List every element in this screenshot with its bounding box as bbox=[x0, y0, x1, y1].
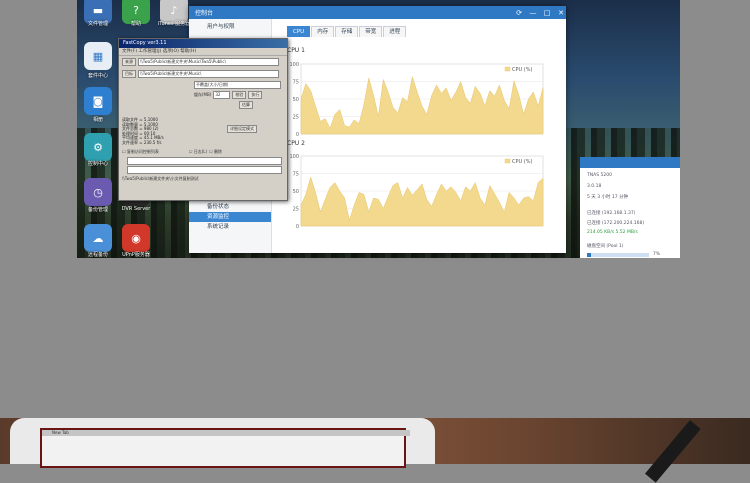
maximize-button[interactable]: □ bbox=[542, 9, 552, 17]
source-path-field[interactable]: \\Twa5\Public\新建文件夹\Music\Twa5\Public\ bbox=[138, 57, 279, 66]
execute-button[interactable]: 执行 bbox=[248, 90, 263, 99]
legend-swatch bbox=[504, 66, 511, 72]
dest-button[interactable]: 目标 bbox=[122, 69, 136, 78]
y-tick-label: 75 bbox=[293, 172, 299, 178]
acl-label: 复制访问控制列表 bbox=[126, 148, 159, 154]
sidebar-item-backup-status[interactable]: 备份状态 bbox=[189, 202, 271, 212]
sidebar-item-users[interactable]: 用户与权限 bbox=[189, 22, 271, 32]
legend-label: CPU (%) bbox=[512, 159, 532, 165]
acl-checkbox[interactable]: ☐ 复制访问控制列表 bbox=[122, 149, 159, 155]
tab-cpu[interactable]: CPU bbox=[287, 26, 311, 37]
info-line: TNAS 5200 bbox=[587, 173, 612, 178]
y-tick-label: 50 bbox=[293, 97, 299, 103]
desktop-label: DVR Server bbox=[121, 206, 151, 212]
info-line: 已连接 (172.200.224.168) bbox=[587, 221, 645, 226]
y-tick-label: 25 bbox=[293, 207, 299, 213]
exclude-filter[interactable] bbox=[127, 166, 282, 174]
cpu1-chart: 100 75 50 25 0 CPU (%) bbox=[289, 62, 544, 138]
checks-row: ☐ 复制访问控制列表 ☐ 日志(L) ☐ 删除 bbox=[122, 148, 222, 155]
source-row: 来源 \\Twa5\Public\新建文件夹\Music\Twa5\Public… bbox=[122, 57, 279, 66]
desktop-label: 套件中心 bbox=[87, 73, 108, 79]
desktop-label: 帮助 bbox=[130, 21, 141, 27]
verify-button[interactable]: 校验 bbox=[232, 90, 247, 99]
desktop-label: 备份管理 bbox=[87, 207, 108, 213]
info-line: 3.0.18 bbox=[587, 184, 602, 189]
legend-label: CPU (%) bbox=[512, 67, 532, 73]
mode-select[interactable]: 不覆盖(大小/日期) bbox=[194, 80, 281, 89]
buffer-row: 缓存(MB) 32 校验 执行 bbox=[194, 90, 263, 99]
info-panel: TNAS 5200 3.0.18 5 天 3 小时 17 分钟 已连接 (192… bbox=[580, 157, 680, 258]
window-title: 控制台 bbox=[195, 10, 214, 17]
dest-row: 目标 \\Twa5\Public\新建文件夹\Music\ bbox=[122, 69, 279, 78]
cpu2-title: CPU 2 bbox=[287, 140, 305, 147]
disk-usage-percent: 7% bbox=[653, 252, 661, 257]
refresh-icon[interactable]: ⟳ bbox=[514, 9, 524, 17]
fastcopy-window: FastCopy ver3.11 文件(F) 工作管理(J) 选项(O) 帮助(… bbox=[118, 38, 288, 201]
tab-bandwidth[interactable]: 带宽 bbox=[359, 26, 383, 37]
cloud-icon[interactable]: ☁ bbox=[84, 224, 112, 252]
tab-memory[interactable]: 内存 bbox=[311, 26, 335, 37]
legend-swatch bbox=[504, 158, 511, 164]
sidebar-item-system-log[interactable]: 系统记录 bbox=[189, 222, 271, 232]
dest-path-field[interactable]: \\Twa5\Public\新建文件夹\Music\ bbox=[138, 69, 279, 78]
detail-row: 详细设定模式 bbox=[227, 124, 257, 133]
desktop-label: 远程备份 bbox=[87, 252, 108, 258]
y-tick-label: 0 bbox=[296, 132, 299, 138]
desktop-label: UPnP服务器 bbox=[122, 252, 150, 258]
tab-storage[interactable]: 存储 bbox=[335, 26, 359, 37]
package-center-icon[interactable]: ▦ bbox=[84, 42, 112, 70]
delete-label: 删除 bbox=[213, 148, 222, 154]
close-button[interactable]: ✕ bbox=[556, 9, 566, 17]
y-tick-label: 75 bbox=[293, 80, 299, 86]
disk-usage-bar bbox=[587, 253, 649, 257]
tab-bar: CPU 内存 存储 带宽 进程 bbox=[287, 26, 407, 37]
disk-usage-fill bbox=[587, 253, 592, 257]
y-tick-label: 50 bbox=[293, 189, 299, 195]
sidebar-item-resource-monitor[interactable]: 资源监控 bbox=[189, 212, 271, 222]
info-line: 已连接 (192.168.1.37) bbox=[587, 211, 636, 216]
control-center-icon[interactable]: ⚙ bbox=[84, 133, 112, 161]
photo-icon[interactable]: ◙ bbox=[84, 87, 112, 115]
browser-tab[interactable]: New Tab bbox=[42, 430, 410, 436]
y-tick-label: 0 bbox=[296, 224, 299, 230]
mode-row: 不覆盖(大小/日期) bbox=[194, 80, 281, 89]
backup-icon[interactable]: ◷ bbox=[84, 178, 112, 206]
y-tick-label: 25 bbox=[293, 115, 299, 121]
sidebar-bottom-list: 备份状态 资源监控 系统记录 bbox=[189, 202, 271, 232]
info-line: 磁盘空间 (Pool 1) bbox=[587, 244, 624, 249]
tab-process[interactable]: 进程 bbox=[383, 26, 407, 37]
cpu1-title: CPU 1 bbox=[287, 47, 305, 54]
delete-checkbox[interactable]: ☐ 删除 bbox=[209, 149, 222, 155]
log-checkbox[interactable]: ☐ 日志(L) bbox=[189, 149, 207, 155]
estimate-button[interactable]: 估算 bbox=[239, 100, 253, 109]
info-line: 214.05 KB/s 5.52 MB/s bbox=[587, 230, 638, 235]
cpu2-chart: 100 75 50 25 0 CPU (%) bbox=[289, 154, 544, 230]
info-line: 5 天 3 小时 17 分钟 bbox=[587, 195, 629, 200]
fastcopy-menu[interactable]: 文件(F) 工作管理(J) 选项(O) 帮助(H) bbox=[119, 48, 287, 56]
buffer-field[interactable]: 32 bbox=[213, 90, 231, 99]
source-button[interactable]: 来源 bbox=[122, 57, 136, 66]
info-panel-header bbox=[580, 157, 680, 168]
minimize-button[interactable]: — bbox=[528, 9, 538, 17]
buffer-label: 缓存(MB) bbox=[194, 91, 212, 97]
desktop-label: 文件管理 bbox=[87, 21, 108, 27]
detail-mode-button[interactable]: 详细设定模式 bbox=[227, 124, 257, 133]
y-tick-label: 100 bbox=[289, 62, 299, 68]
include-filter[interactable] bbox=[127, 157, 282, 165]
upnp-icon[interactable]: ◉ bbox=[122, 224, 150, 252]
log-label: 日志(L) bbox=[193, 148, 208, 154]
fastcopy-title: FastCopy ver3.11 bbox=[119, 39, 287, 48]
y-tick-label: 100 bbox=[289, 154, 299, 160]
control-panel-titlebar: 控制台 ⟳ — □ ✕ bbox=[189, 6, 566, 19]
desktop-label: 控制中心 bbox=[87, 161, 108, 167]
estimate-row: 估算 bbox=[239, 100, 253, 109]
fastcopy-status: \\Twa5\Public\新建文件夹\小文件复制测试 bbox=[121, 176, 282, 182]
desktop-label: 相册 bbox=[92, 117, 103, 123]
desktop-label: iTunes 服务器 bbox=[157, 21, 191, 27]
